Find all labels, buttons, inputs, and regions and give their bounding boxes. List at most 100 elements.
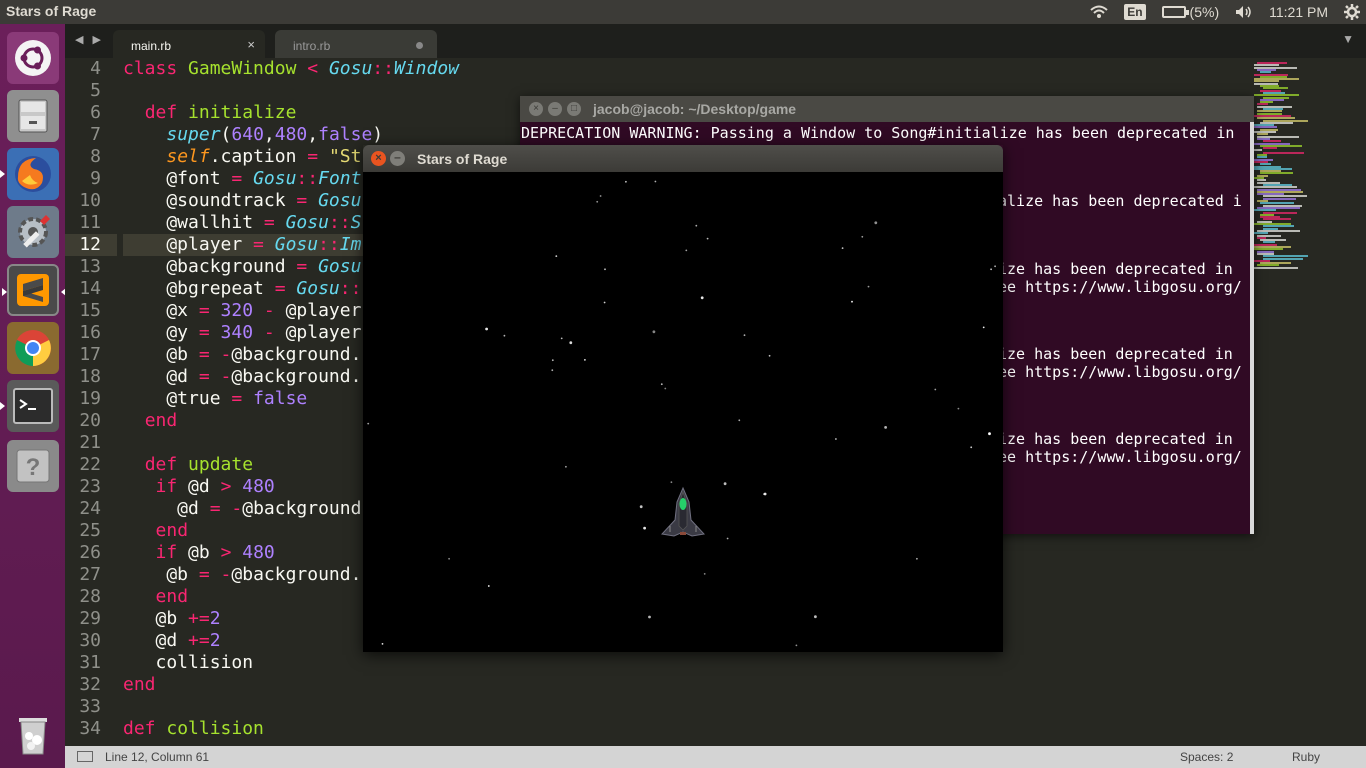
code-line: end: [123, 674, 156, 695]
star: [551, 369, 554, 372]
sublime-text-icon[interactable]: [2, 264, 66, 316]
line-number: 21: [79, 432, 101, 453]
system-tray: En (5%) 11:21 PM: [1082, 0, 1366, 24]
close-icon[interactable]: ×: [247, 37, 255, 52]
star: [957, 407, 960, 410]
cursor-position[interactable]: Line 12, Column 61: [105, 750, 209, 764]
terminal-line: ize has been deprecated in: [998, 345, 1233, 363]
star: [555, 255, 558, 257]
star: [706, 237, 709, 240]
line-number: 18: [79, 366, 101, 387]
star: [988, 432, 991, 436]
line-number: 32: [79, 674, 101, 695]
firefox-icon[interactable]: [0, 148, 59, 200]
star: [603, 301, 606, 304]
line-number: 34: [79, 718, 101, 739]
star: [584, 359, 586, 361]
running-indicator: [0, 170, 5, 178]
star: [994, 265, 996, 268]
battery-percent: (5%): [1189, 4, 1220, 20]
game-canvas[interactable]: [363, 172, 1003, 652]
minimize-icon[interactable]: –: [390, 151, 405, 166]
star: [560, 337, 563, 340]
syntax-mode[interactable]: Ruby: [1292, 750, 1320, 764]
active-app-title: Stars of Rage: [6, 3, 97, 19]
star: [723, 482, 727, 486]
star: [700, 296, 704, 300]
star: [604, 268, 606, 271]
launcher: ?: [0, 24, 70, 768]
star: [795, 644, 798, 647]
star: [599, 195, 602, 197]
clock[interactable]: 11:21 PM: [1269, 4, 1328, 20]
running-indicator: [0, 402, 5, 410]
line-number: 16: [79, 322, 101, 343]
terminal-line: ee https://www.libgosu.org/: [998, 363, 1242, 381]
line-number: 6: [90, 102, 101, 123]
unsaved-dot-icon[interactable]: [416, 42, 423, 49]
terminal-titlebar[interactable]: × – □ jacob@jacob: ~/Desktop/game: [520, 96, 1254, 122]
help-icon[interactable]: ?: [7, 440, 70, 492]
star: [660, 383, 663, 386]
battery-indicator[interactable]: (5%): [1161, 4, 1220, 20]
star: [738, 419, 741, 422]
star: [726, 537, 729, 540]
line-number: 11: [79, 212, 101, 233]
chrome-icon[interactable]: [7, 322, 59, 374]
ubuntu-dash-icon[interactable]: [7, 32, 59, 84]
tab-bar: ◀ ▶ main.rb × intro.rb ▼: [65, 24, 1366, 58]
chevron-down-icon[interactable]: ▼: [1342, 32, 1354, 46]
minimap[interactable]: [1248, 58, 1366, 746]
trash-icon[interactable]: [7, 708, 59, 760]
star: [596, 200, 599, 203]
status-bar: Line 12, Column 61 Spaces: 2 Ruby: [65, 746, 1366, 768]
terminal-scrollbar[interactable]: [1250, 122, 1254, 534]
terminal-icon[interactable]: [0, 380, 59, 432]
line-number: 28: [79, 586, 101, 607]
volume-icon[interactable]: [1235, 5, 1253, 19]
star: [565, 465, 567, 468]
keyboard-layout-indicator[interactable]: En: [1124, 4, 1146, 20]
line-number: 9: [90, 168, 101, 189]
indentation-setting[interactable]: Spaces: 2: [1180, 750, 1233, 764]
files-icon[interactable]: [7, 90, 59, 142]
terminal-line: alize has been deprecated i: [998, 192, 1242, 210]
star: [381, 643, 384, 645]
maximize-icon[interactable]: □: [567, 102, 581, 116]
star: [670, 481, 673, 484]
star: [743, 334, 746, 337]
settings-gear-icon[interactable]: [1344, 4, 1360, 20]
star: [934, 388, 937, 391]
system-settings-icon[interactable]: [7, 206, 59, 258]
star: [982, 326, 985, 329]
star: [654, 180, 657, 183]
line-number: 22: [79, 454, 101, 475]
tab-label: main.rb: [131, 39, 172, 53]
line-number: 12: [65, 234, 117, 256]
terminal-title: jacob@jacob: ~/Desktop/game: [593, 101, 797, 117]
wifi-icon[interactable]: [1090, 5, 1108, 19]
tab-main-rb[interactable]: main.rb ×: [113, 30, 265, 58]
close-icon[interactable]: ×: [371, 151, 386, 166]
star: [551, 359, 554, 362]
close-icon[interactable]: ×: [529, 102, 543, 116]
line-number: 17: [79, 344, 101, 365]
svg-text:?: ?: [26, 454, 41, 481]
tab-intro-rb[interactable]: intro.rb: [275, 30, 437, 58]
minimap-line: [1254, 266, 1298, 269]
line-number: 31: [79, 652, 101, 673]
line-number: 26: [79, 542, 101, 563]
minimize-icon[interactable]: –: [548, 102, 562, 116]
tab-nav-arrows[interactable]: ◀ ▶: [75, 33, 104, 46]
minimap-line: [1254, 149, 1262, 152]
line-number: 27: [79, 564, 101, 585]
panel-toggle-icon[interactable]: [77, 751, 93, 762]
star: [916, 557, 918, 560]
game-titlebar[interactable]: × – Stars of Rage: [363, 145, 1003, 172]
line-number: 20: [79, 410, 101, 431]
line-number: 30: [79, 630, 101, 651]
game-window[interactable]: × – Stars of Rage: [363, 145, 1003, 652]
terminal-line: ize has been deprecated in: [998, 260, 1233, 278]
star: [884, 426, 887, 429]
